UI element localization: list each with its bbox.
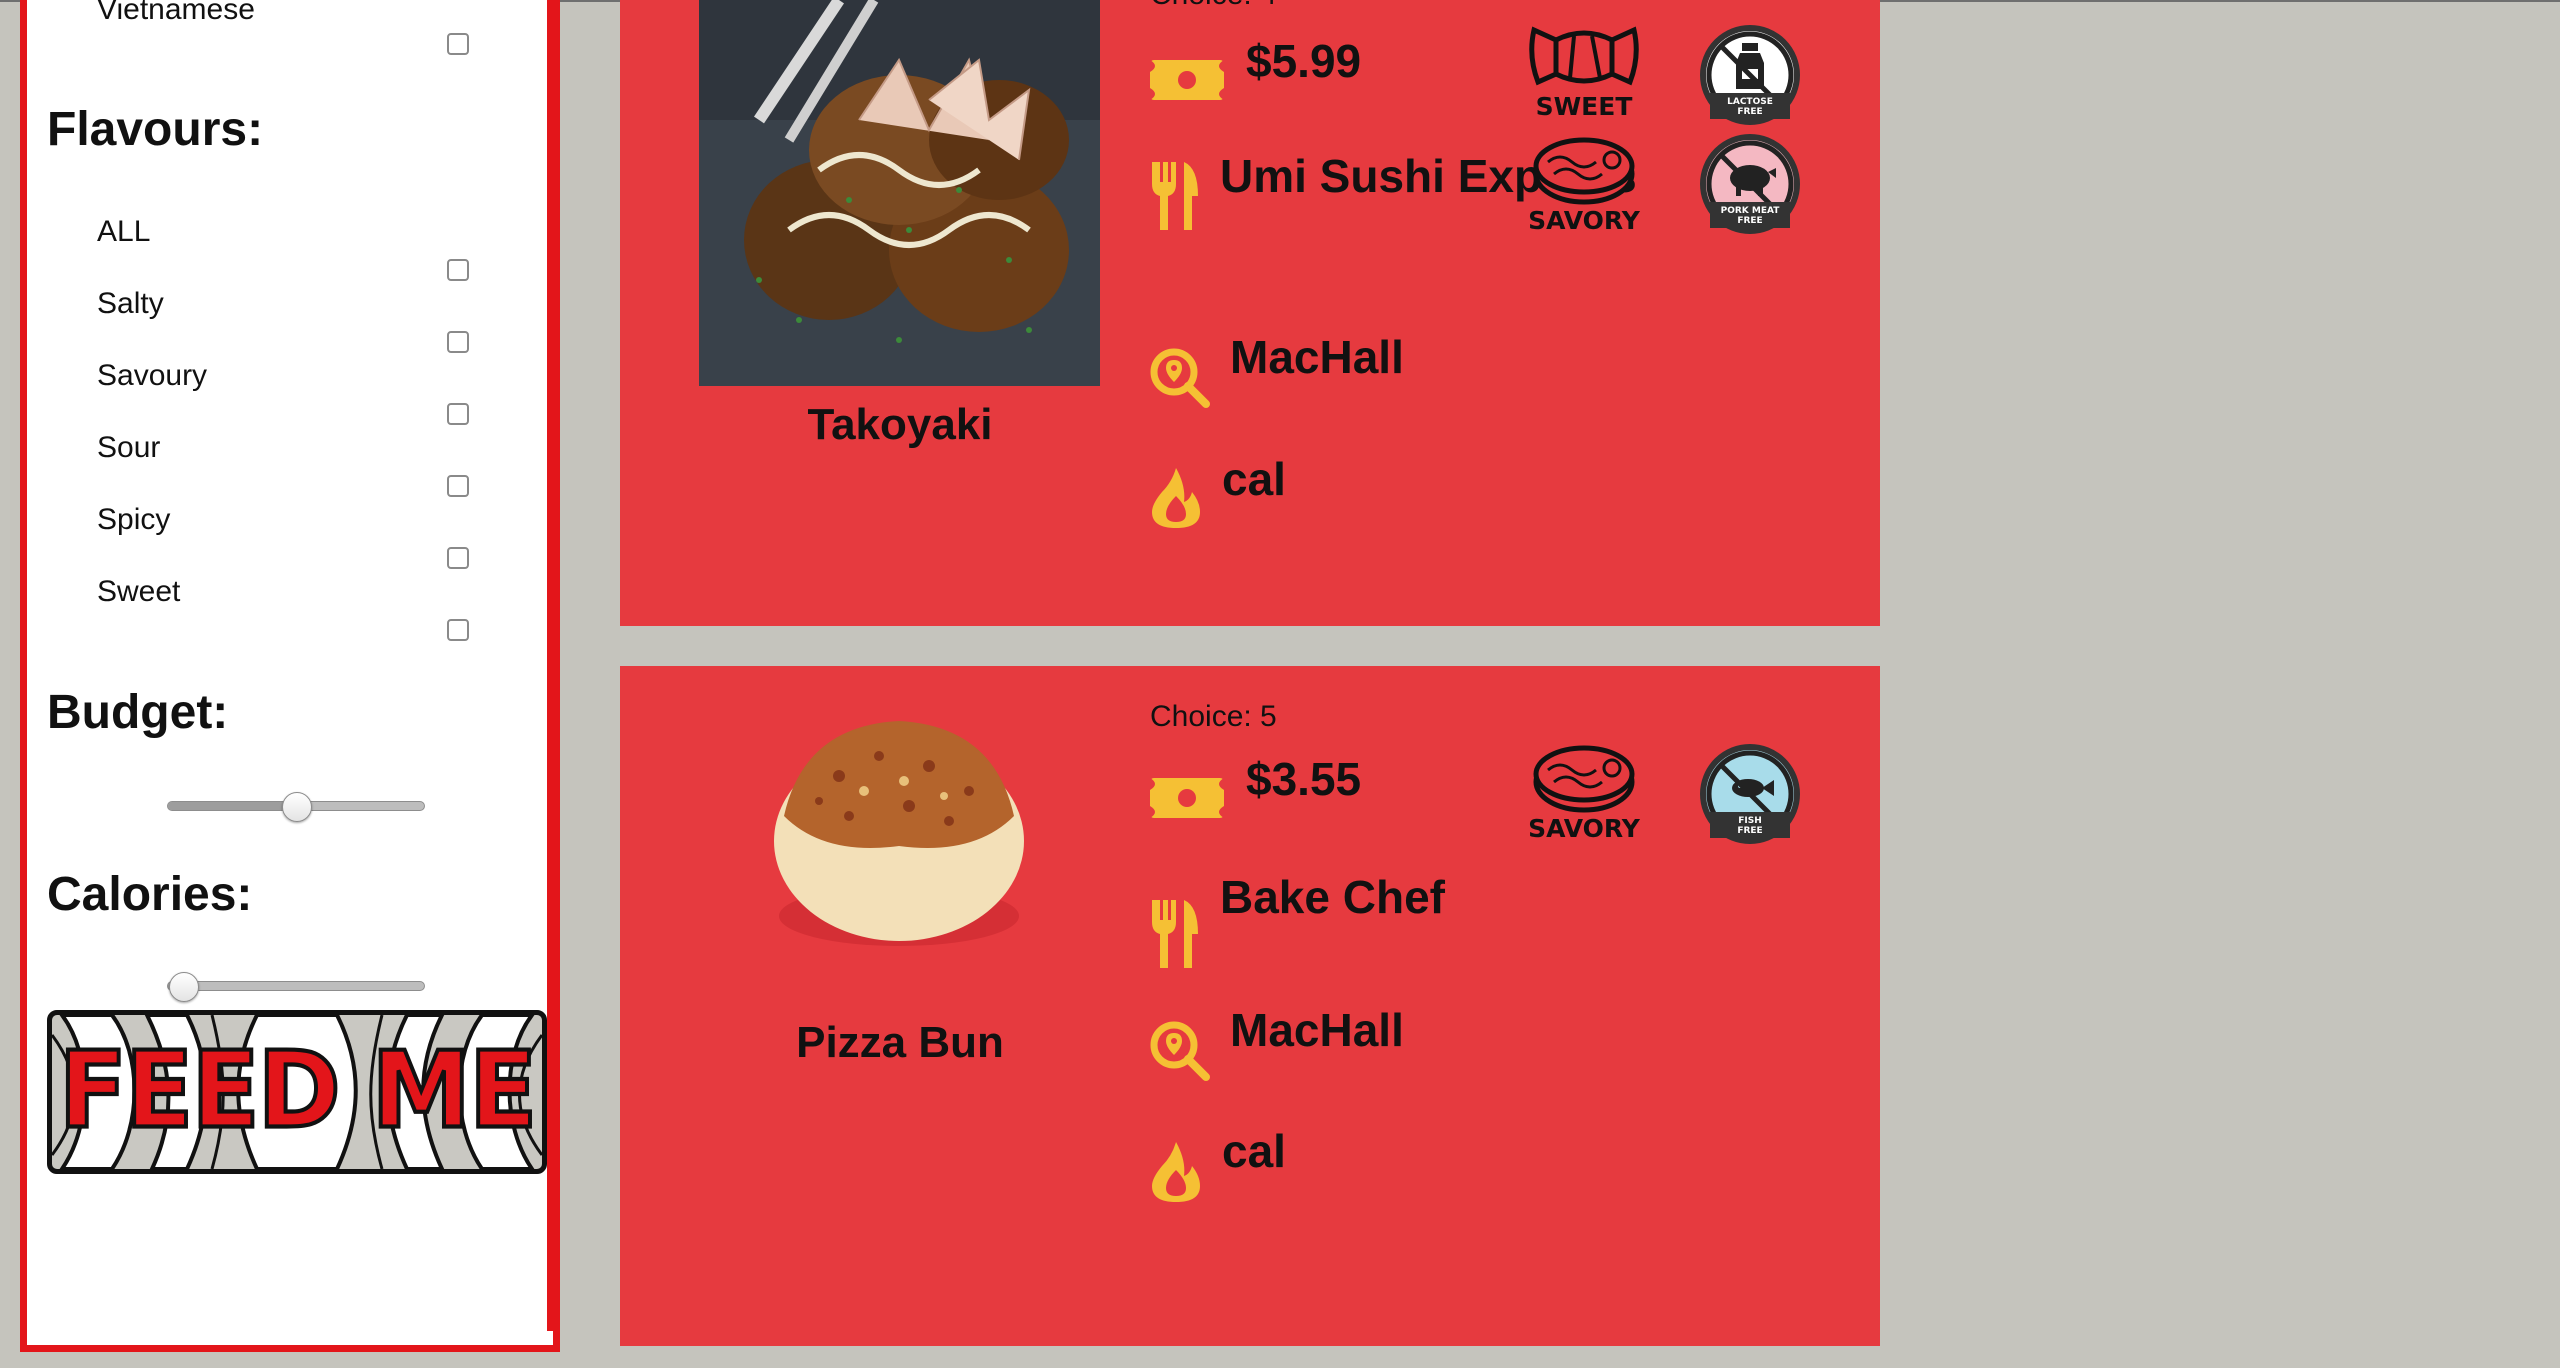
flavour-label-sour: Sour (97, 431, 161, 464)
cuisine-option-label: Vietnamese (97, 0, 255, 26)
location-text: MacHall (1230, 331, 1404, 383)
restaurant-text: Bake Chef (1220, 871, 1445, 923)
flavour-label-salty: Salty (97, 287, 164, 320)
lactose-free-badge: LACTOSE FREE (1700, 25, 1800, 125)
food-name: Pizza Bun (796, 1018, 1004, 1067)
money-icon (1148, 52, 1226, 111)
filter-sidebar: Vietnamese Flavours: ALL Salty Savoury S… (20, 0, 560, 1352)
flavour-badge-savory: SAVORY (1526, 134, 1642, 254)
diet-badge-text-line2: FREE (1737, 826, 1762, 836)
takoyaki-photo (699, 0, 1100, 386)
location-search-icon (1148, 1019, 1212, 1088)
calories-heading: Calories: (47, 868, 253, 921)
flavour-checkbox-spicy[interactable] (447, 547, 469, 569)
flavour-checkbox-sweet[interactable] (447, 619, 469, 641)
flavour-badge-sweet: SWEET (1526, 20, 1642, 140)
cuisine-checkbox[interactable] (447, 33, 469, 55)
flavour-checkbox-savoury[interactable] (447, 403, 469, 425)
location-text: MacHall (1230, 1004, 1404, 1056)
flavours-heading: Flavours: (47, 103, 264, 156)
diet-badge-text-line1: PORK MEAT (1721, 206, 1781, 216)
feed-me-label: FEED ME (57, 1029, 540, 1152)
flavour-label-all: ALL (97, 215, 151, 248)
diet-badge-text-line1: FISH (1738, 816, 1762, 826)
food-card-takoyaki[interactable]: Takoyaki Choice: 4 $5.99 Umi Sushi Expre… (620, 0, 1880, 626)
money-icon (1148, 770, 1226, 829)
calories-slider[interactable] (167, 972, 425, 1002)
flavour-badge-label: SAVORY (1528, 206, 1640, 235)
food-name: Takoyaki (807, 400, 993, 449)
flavour-checkbox-all[interactable] (447, 259, 469, 281)
price-text: $5.99 (1246, 35, 1362, 87)
steak-icon (1533, 745, 1635, 813)
flame-icon (1148, 1140, 1204, 1209)
food-card-pizza-bun[interactable]: Pizza Bun Choice: 5 $3.55 Bake Chef MacH… (620, 666, 1880, 1346)
budget-heading: Budget: (47, 686, 229, 739)
budget-slider-thumb[interactable] (282, 792, 312, 822)
flavour-checkbox-salty[interactable] (447, 331, 469, 353)
feed-me-button[interactable]: FEED ME (47, 1010, 547, 1174)
choice-label: Choice: 4 (1150, 0, 1277, 12)
choice-label: Choice: 5 (1150, 700, 1277, 733)
diet-badge-text-line2: FREE (1737, 216, 1762, 226)
diet-badge-text-line1: LACTOSE (1727, 97, 1773, 107)
pork-meat-free-badge: PORK MEAT FREE (1700, 134, 1800, 234)
flame-icon (1148, 466, 1204, 535)
budget-slider[interactable] (167, 792, 425, 822)
calories-text: cal (1222, 1125, 1286, 1177)
candy-icon (1529, 26, 1639, 86)
utensils-icon (1148, 160, 1200, 237)
price-text: $3.55 (1246, 753, 1362, 805)
budget-slider-fill (168, 802, 296, 810)
steak-icon (1533, 137, 1635, 205)
flavour-badge-savory: SAVORY (1526, 742, 1642, 862)
calories-text: cal (1222, 453, 1286, 505)
flavour-badge-label: SAVORY (1528, 814, 1640, 843)
flavour-checkbox-sour[interactable] (447, 475, 469, 497)
flavour-badge-label: SWEET (1535, 92, 1633, 121)
fish-free-badge: FISH FREE (1700, 744, 1800, 844)
utensils-icon (1148, 898, 1200, 975)
flavour-label-spicy: Spicy (97, 503, 171, 536)
location-search-icon (1148, 346, 1212, 415)
flavour-label-sweet: Sweet (97, 575, 181, 608)
diet-badge-text-line2: FREE (1737, 107, 1762, 117)
flavour-label-savoury: Savoury (97, 359, 208, 392)
